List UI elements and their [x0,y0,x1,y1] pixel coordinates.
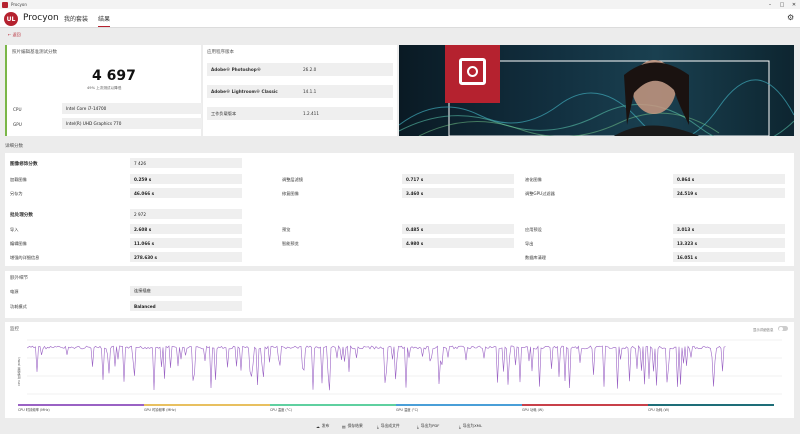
details-title: 详细分数 [5,144,23,149]
cpu-clock-series [27,345,726,391]
metric-value: 16.051 s [673,252,785,262]
overall-score: 4 697 [92,68,136,84]
legend-swatch [648,404,774,406]
metric-label: 预览 [282,227,291,232]
gpu-value: Intel(R) UHD Graphics 770 [62,118,202,129]
download-icon: ⤓ [459,423,461,429]
power-source-label: 电源 [10,289,19,294]
legend-item: CPU 时钟频率 (MHz) [18,408,50,412]
power-mode-label: 功耗模式 [10,304,27,309]
brand-title: Procyon [23,13,59,23]
export-pdf-button[interactable]: ⤓ 导出为PDF [417,423,439,429]
score-panel: 照片编辑基准测试分数 4 697 49% 上次测试以降低 CPU Intel C… [5,45,202,136]
metric-value: 2.608 s [130,224,242,234]
metric-value: 0.717 s [402,174,514,184]
ul-logo: UL [4,12,18,26]
save-icon: ▤ [342,423,346,429]
monitoring-chart [27,339,782,395]
image-retouch-title: 图像修饰分数 [10,162,38,167]
metric-label: 修复图像 [282,191,299,196]
tab-results[interactable]: 结果 [98,14,111,27]
legend-swatch [18,404,144,406]
export-file-button[interactable]: ⤓ 导出成文件 [377,423,400,429]
cpu-label: CPU [13,107,22,112]
legend-swatch [396,404,522,406]
legend-item: GPU 功耗 (W) [522,408,544,412]
arrow-left-icon: ← [8,32,12,37]
legend-item: CPU 功耗 (W) [648,408,670,412]
details-toggle[interactable] [778,326,788,331]
metric-value: 0.864 s [673,174,785,184]
metric-label: 调整层滤镜 [282,177,303,182]
metric-value: 11.066 s [130,238,242,248]
metric-value: 0.259 s [130,174,242,184]
metric-value: 0.485 s [402,224,514,234]
maximize-icon[interactable]: □ [776,0,788,9]
legend-swatch [144,404,270,406]
metric-label: 编辑图像 [10,241,27,246]
legend-swatch [522,404,648,406]
extra-details-title: 额外细节 [10,276,28,281]
score-comparison: 49% 上次测试以降低 [87,86,122,90]
window-title: Procyon [11,2,27,7]
metric-value: 278.630 s [130,252,242,262]
score-panel-title: 照片编辑基准测试分数 [12,50,57,55]
y-axis-label: CPU 时钟频率 (MHz) [17,357,21,386]
metric-label: 增强的详细信息 [10,255,40,260]
metric-label: 液化图像 [525,177,542,182]
app-row: Adobe® Lightroom® Classic 14.1.1 [207,85,393,98]
power-source-value: 连接插座 [130,286,242,296]
metric-value: 24.519 s [673,188,785,198]
download-icon: ⤓ [377,423,379,429]
metric-label: 另存为 [10,191,23,196]
metric-value: 3.460 s [402,188,514,198]
metric-label: 调整GPU过滤器 [525,191,555,196]
cpu-value: Intel Core i7-14700 [62,103,202,114]
procyon-logo-icon [445,45,500,103]
app-versions-title: 应用程序版本 [207,50,234,55]
hero-banner-image [399,45,794,136]
metric-label: 数据库清理 [525,255,546,260]
download-icon: ⤓ [417,423,419,429]
legend-item: GPU 温度 (°C) [396,408,419,412]
metric-label: 应用预设 [525,227,542,232]
monitoring-panel: 监控 显示详细信息 CPU 时钟频率 (MHz) CPU 时钟频率 (MHz) … [5,322,794,418]
metric-label: 智能预览 [282,241,299,246]
legend-swatch [270,404,396,406]
top-nav [0,9,800,28]
gear-icon[interactable]: ⚙ [787,13,794,22]
back-link[interactable]: ← 返回 [8,32,21,38]
metric-value: 46.066 s [130,188,242,198]
details-toggle-label: 显示详细信息 [753,328,774,332]
app-row: 工作负载版本 1.2.411 [207,107,393,120]
close-icon[interactable]: ✕ [788,0,800,9]
metric-value: 4.980 s [402,238,514,248]
batch-score: 2 972 [130,209,242,219]
metric-label: 导出 [525,241,534,246]
upload-icon: ☁ [316,423,320,429]
app-versions-panel: 应用程序版本 Adobe® Photoshop® 26.2.0 Adobe® L… [203,45,397,136]
save-result-button[interactable]: ▤ 保存结果 [342,423,363,429]
batch-title: 批处理分数 [10,213,33,218]
metric-label: 加载图像 [10,177,27,182]
metric-value: 13.323 s [673,238,785,248]
minimize-icon[interactable]: – [764,0,776,9]
tab-my-suites[interactable]: 我的套装 [64,14,88,23]
detailed-scores-panel: 图像修饰分数 7 426 加载图像 0.259 s 调整层滤镜 0.717 s … [5,153,794,266]
legend-item: GPU 时钟频率 (MHz) [144,408,176,412]
power-mode-value: Balanced [130,301,242,311]
image-retouch-score: 7 426 [130,158,242,168]
publish-button[interactable]: ☁ 发布 [316,423,329,429]
app-icon [2,1,8,8]
legend-item: CPU 温度 (°C) [270,408,292,412]
gpu-label: GPU [13,122,22,127]
metric-value: 3.013 s [673,224,785,234]
export-xml-button[interactable]: ⤓ 导出为XML [459,423,482,429]
window-titlebar: Procyon – □ ✕ [0,0,800,9]
monitoring-title: 监控 [10,327,19,332]
metric-label: 导入 [10,227,19,232]
app-row: Adobe® Photoshop® 26.2.0 [207,63,393,76]
extra-details-panel: 额外细节 电源 连接插座 功耗模式 Balanced [5,271,794,318]
